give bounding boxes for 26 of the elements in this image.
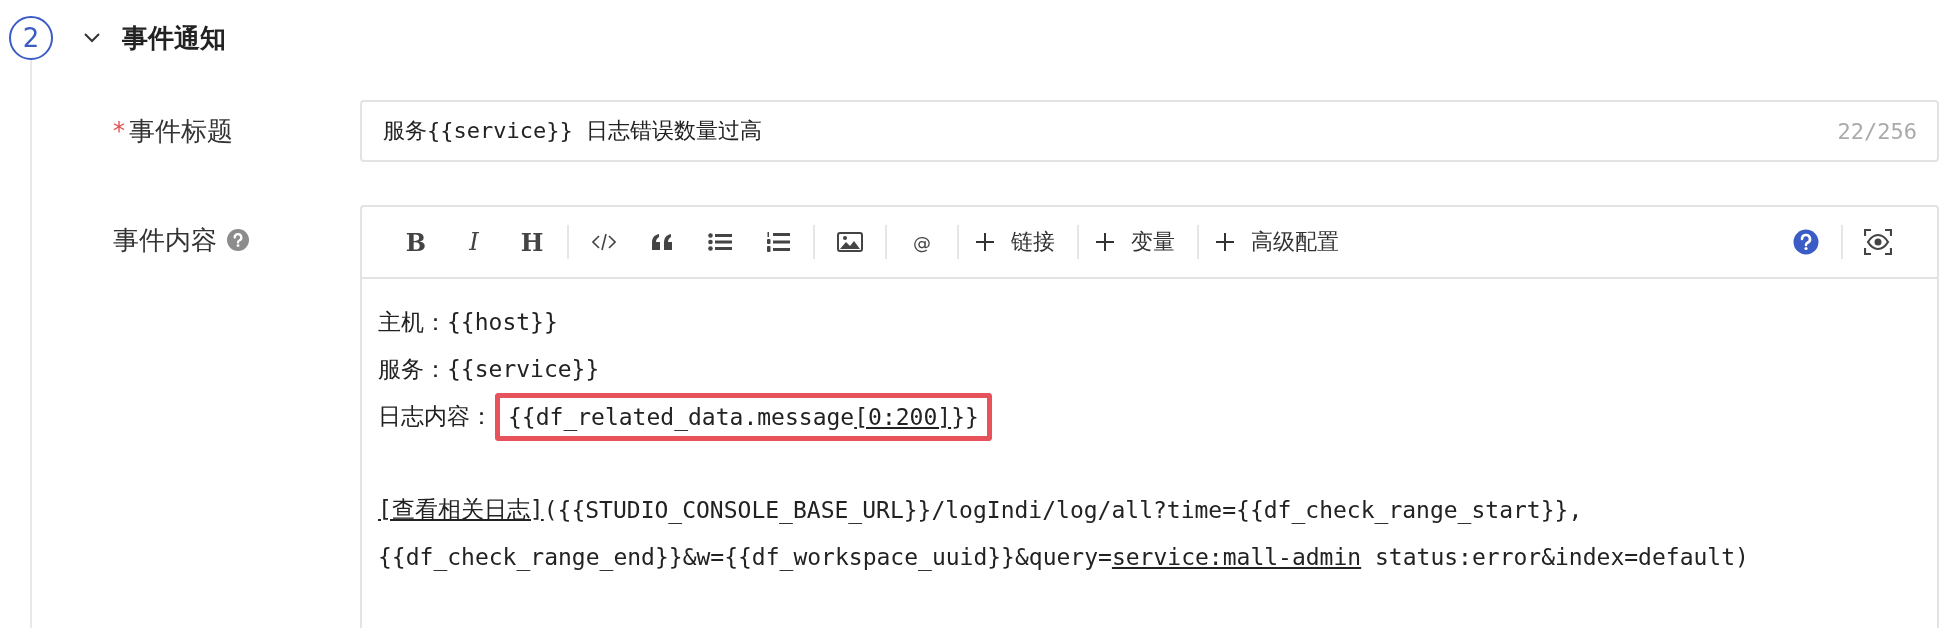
step-number: 2 xyxy=(9,16,53,60)
highlighted-text: [0:200] xyxy=(854,392,952,441)
highlighted-text: {{df_related_data.message xyxy=(495,392,855,441)
format-button[interactable]: I xyxy=(445,220,503,264)
content-text: 服务：{{service}} xyxy=(378,355,600,384)
content-text: {{df_check_range_end}}&w={{df_workspace_uuid}}&query= xyxy=(378,543,1112,570)
character-counter: 22/256 xyxy=(1837,118,1917,144)
content-text: 主机：{{host}} xyxy=(378,308,558,337)
field-label: 事件标题 xyxy=(129,114,233,148)
format-button[interactable]: @ xyxy=(893,220,951,264)
format-button[interactable]: H xyxy=(503,220,561,264)
underlined-text: [查看相关日志] xyxy=(378,495,544,524)
field-label: 事件内容 xyxy=(113,223,217,257)
highlighted-text: }} xyxy=(951,392,992,441)
section-title: 事件通知 xyxy=(122,21,226,55)
underlined-text: service:mall-admin xyxy=(1111,543,1362,570)
field-value: 服务{{service}} 日志错误数量过高 xyxy=(383,117,762,145)
insert-button[interactable]: 变量 xyxy=(1085,220,1191,264)
content-text: status:error&index=default) xyxy=(1374,543,1749,570)
format-button[interactable]: B xyxy=(387,220,445,264)
insert-button[interactable]: 链接 xyxy=(965,220,1071,264)
required-mark: * xyxy=(113,117,125,145)
content-text: ({{STUDIO_CONSOLE_BASE_URL}}/logIndi/log/all?time={{df_check_range_start}}, xyxy=(543,496,1583,523)
content-text: 日志内容： xyxy=(378,402,493,431)
title-field[interactable]: 服务{{service}} 日志错误数量过高 22/256 xyxy=(360,100,1939,162)
insert-button[interactable]: 高级配置 xyxy=(1205,220,1355,264)
